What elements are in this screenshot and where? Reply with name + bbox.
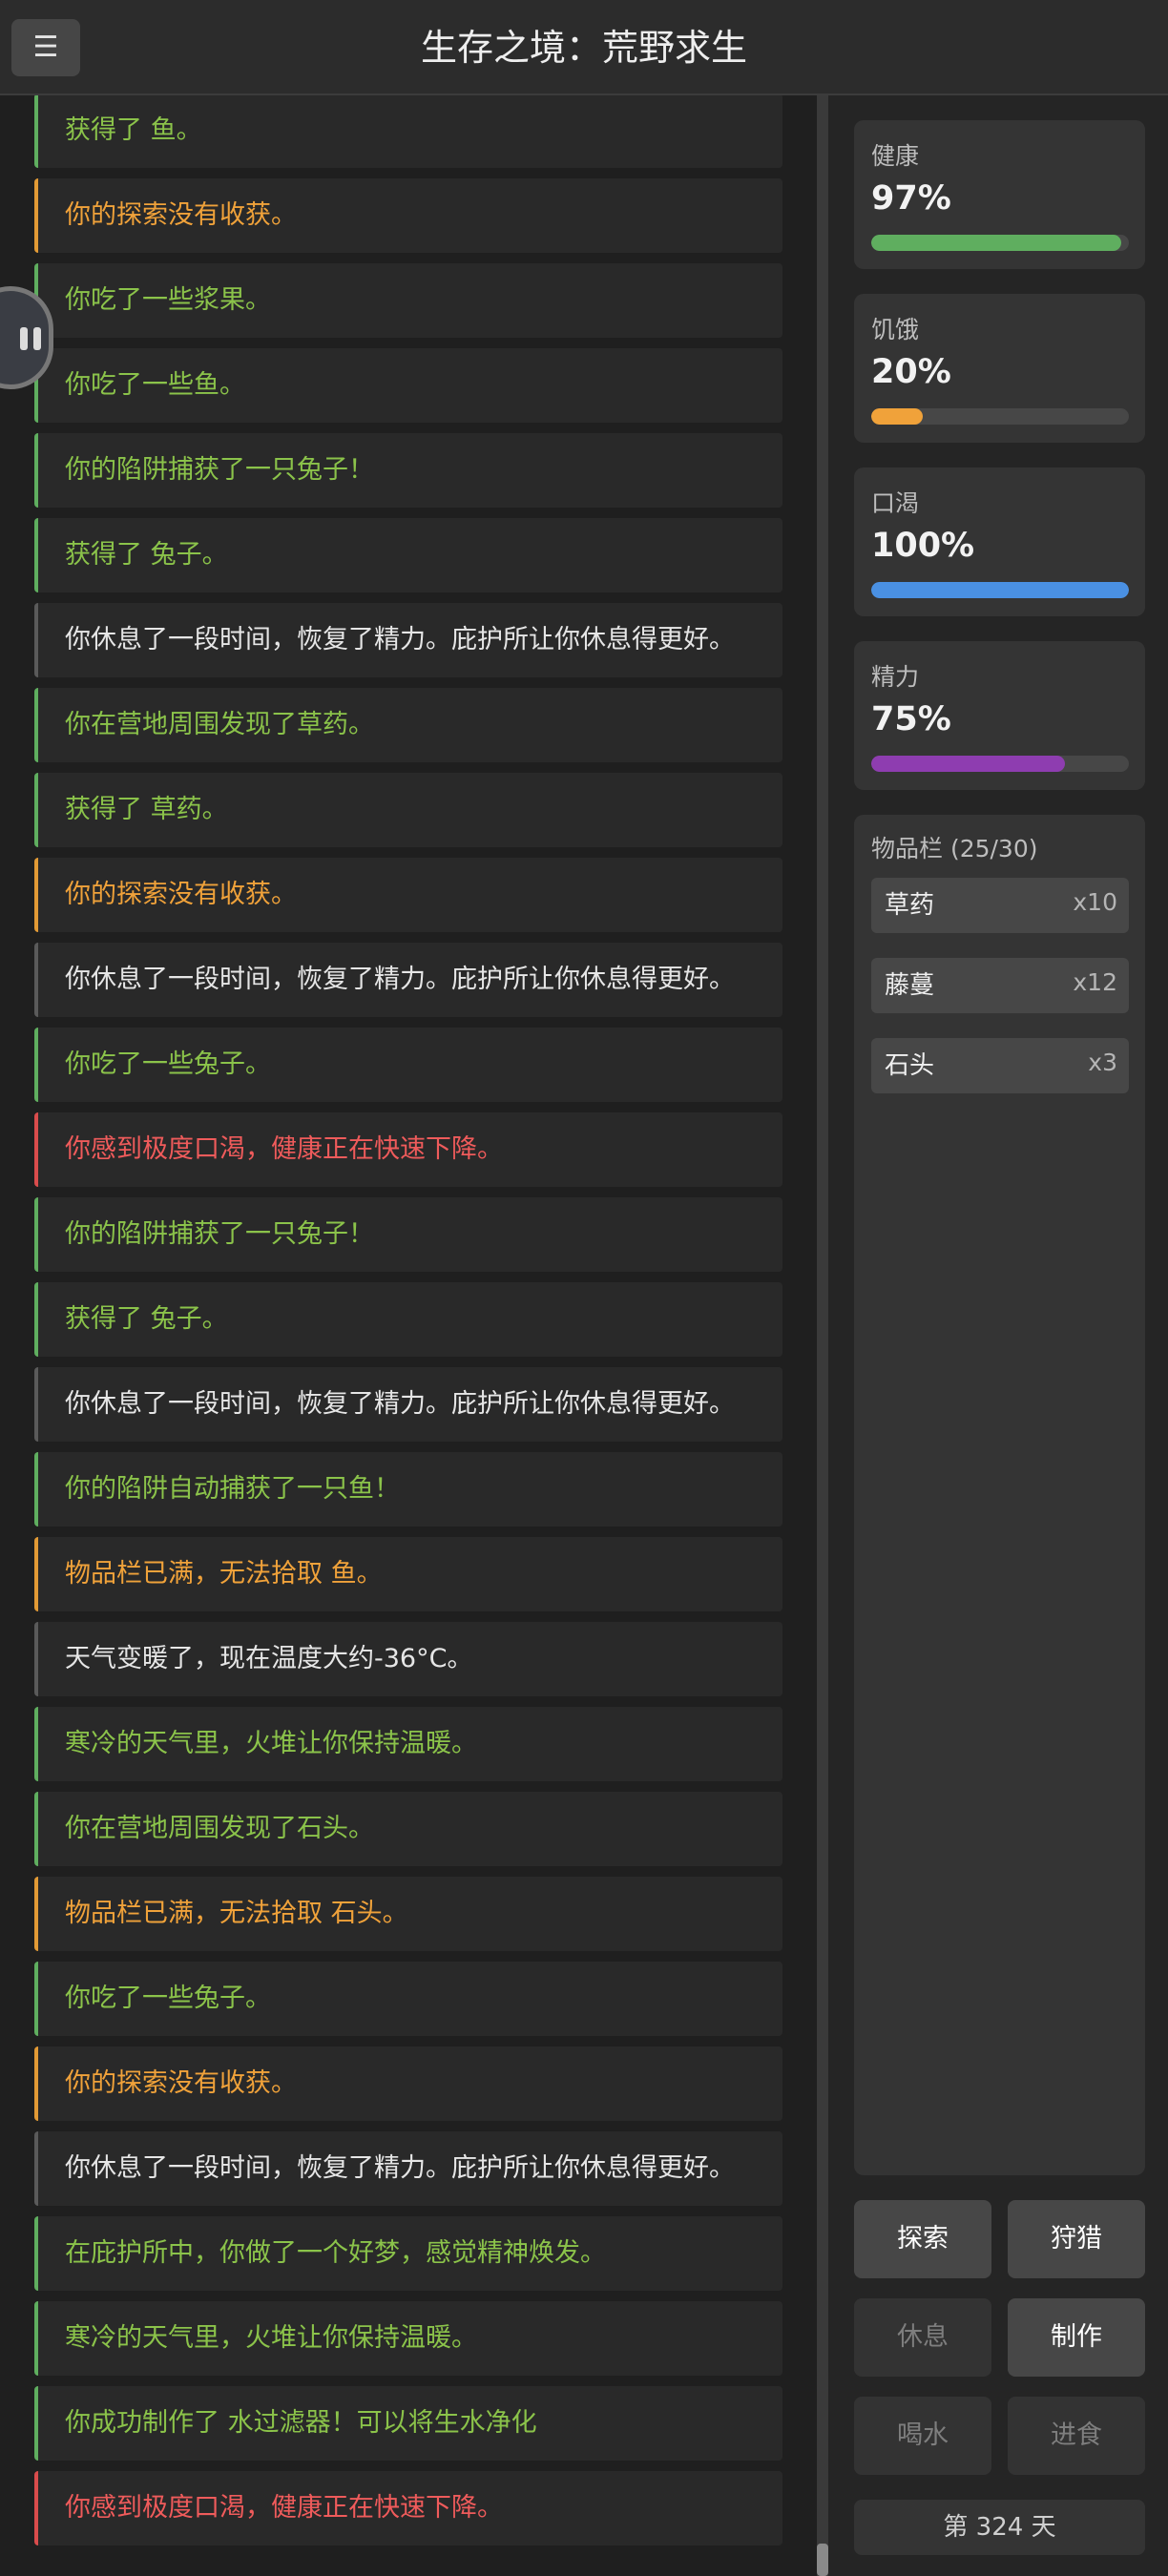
log-entry: 物品栏已满，无法拾取 石头。 — [34, 1877, 782, 1951]
stat-card-energy: 精力 75% — [854, 641, 1145, 790]
thirst-bar-fill — [871, 582, 1129, 598]
stat-label: 健康 — [871, 142, 920, 170]
inventory-item-count: x3 — [1088, 1049, 1117, 1076]
event-log-list: 获得了 鱼。 你的探索没有收获。 你吃了一些浆果。 你吃了一些鱼。 你的陷阱捕获了一只兔… — [34, 95, 782, 2556]
inventory-item-name: 草药 — [885, 891, 935, 920]
health-bar — [871, 235, 1129, 251]
log-entry: 你的陷阱捕获了一只兔子！ — [34, 433, 782, 508]
stat-value: 100% — [871, 527, 975, 565]
log-entry: 你感到极度口渴，健康正在快速下降。 — [34, 2471, 782, 2545]
day-counter: 第 324 天 — [854, 2500, 1145, 2555]
inventory-item[interactable]: 藤蔓 x12 — [871, 958, 1129, 1013]
log-entry: 获得了 草药。 — [34, 773, 782, 847]
log-entry: 物品栏已满，无法拾取 鱼。 — [34, 1537, 782, 1611]
log-entry: 你的探索没有收获。 — [34, 178, 782, 253]
explore-button[interactable]: 探索 — [854, 2200, 991, 2278]
log-entry: 你的陷阱捕获了一只兔子！ — [34, 1197, 782, 1272]
stat-card-thirst: 口渴 100% — [854, 467, 1145, 616]
thirst-bar — [871, 582, 1129, 598]
top-bar: ☰ 生存之境：荒野求生 — [0, 0, 1168, 95]
inventory-item-count: x10 — [1073, 888, 1117, 916]
log-entry: 你休息了一段时间，恢复了精力。庇护所让你休息得更好。 — [34, 943, 782, 1017]
log-entry: 你的陷阱自动捕获了一只鱼！ — [34, 1452, 782, 1527]
log-entry: 你休息了一段时间，恢复了精力。庇护所让你休息得更好。 — [34, 603, 782, 677]
log-entry: 你吃了一些鱼。 — [34, 348, 782, 423]
assistant-eye-icon — [33, 327, 41, 350]
drink-button[interactable]: 喝水 — [854, 2397, 991, 2475]
inventory-item-name: 石头 — [885, 1051, 935, 1080]
log-entry: 你吃了一些兔子。 — [34, 1028, 782, 1102]
log-entry: 你成功制作了 水过滤器！可以将生水净化 — [34, 2386, 782, 2461]
log-entry: 你休息了一段时间，恢复了精力。庇护所让你休息得更好。 — [34, 1367, 782, 1442]
log-entry: 获得了 鱼。 — [34, 95, 782, 168]
stat-value: 20% — [871, 353, 951, 391]
log-entry: 你在营地周围发现了草药。 — [34, 688, 782, 762]
log-entry: 你的探索没有收获。 — [34, 858, 782, 932]
log-entry: 你吃了一些浆果。 — [34, 263, 782, 338]
log-entry: 你吃了一些兔子。 — [34, 1962, 782, 2036]
log-entry: 你感到极度口渴，健康正在快速下降。 — [34, 1112, 782, 1187]
stat-value: 97% — [871, 179, 951, 218]
log-scrollbar-thumb[interactable] — [817, 2544, 828, 2576]
stat-label: 口渴 — [871, 489, 920, 517]
page-title: 生存之境：荒野求生 — [420, 27, 747, 69]
log-entry: 寒冷的天气里，火堆让你保持温暖。 — [34, 2301, 782, 2376]
stat-label: 精力 — [871, 663, 920, 691]
inventory-item-name: 藤蔓 — [885, 971, 935, 1000]
stat-card-health: 健康 97% — [854, 120, 1145, 269]
log-entry: 寒冷的天气里，火堆让你保持温暖。 — [34, 1707, 782, 1781]
energy-bar — [871, 756, 1129, 772]
inventory-item-count: x12 — [1073, 968, 1117, 996]
hunger-bar — [871, 408, 1129, 425]
energy-bar-fill — [871, 756, 1065, 772]
log-entry: 你休息了一段时间，恢复了精力。庇护所让你休息得更好。 — [34, 2131, 782, 2206]
hunger-bar-fill — [871, 408, 923, 425]
event-log[interactable]: 获得了 鱼。 你的探索没有收获。 你吃了一些浆果。 你吃了一些鱼。 你的陷阱捕获了一只兔… — [0, 95, 828, 2576]
inventory-panel: 物品栏 (25/30) 草药 x10 藤蔓 x12 石头 x3 — [854, 815, 1145, 2175]
inventory-item[interactable]: 草药 x10 — [871, 878, 1129, 933]
log-entry: 在庇护所中，你做了一个好梦，感觉精神焕发。 — [34, 2216, 782, 2291]
status-sidebar: 健康 97% 饥饿 20% 口渴 100% 精力 75% 物品栏 (25/30)… — [828, 95, 1168, 2576]
rest-button[interactable]: 休息 — [854, 2298, 991, 2377]
log-entry: 你在营地周围发现了石头。 — [34, 1792, 782, 1866]
hunt-button[interactable]: 狩猎 — [1008, 2200, 1145, 2278]
eat-button[interactable]: 进食 — [1008, 2397, 1145, 2475]
log-entry: 获得了 兔子。 — [34, 1282, 782, 1357]
log-entry: 天气变暖了，现在温度大约-36°C。 — [34, 1622, 782, 1696]
stat-card-hunger: 饥饿 20% — [854, 294, 1145, 443]
health-bar-fill — [871, 235, 1121, 251]
inventory-title: 物品栏 (25/30) — [871, 835, 1038, 862]
stat-label: 饥饿 — [871, 316, 920, 343]
assistant-eye-icon — [20, 327, 28, 350]
inventory-item[interactable]: 石头 x3 — [871, 1038, 1129, 1093]
log-entry: 你的探索没有收获。 — [34, 2046, 782, 2121]
log-entry: 获得了 兔子。 — [34, 518, 782, 592]
log-scrollbar[interactable] — [817, 95, 828, 2576]
stat-value: 75% — [871, 700, 951, 738]
craft-button[interactable]: 制作 — [1008, 2298, 1145, 2377]
